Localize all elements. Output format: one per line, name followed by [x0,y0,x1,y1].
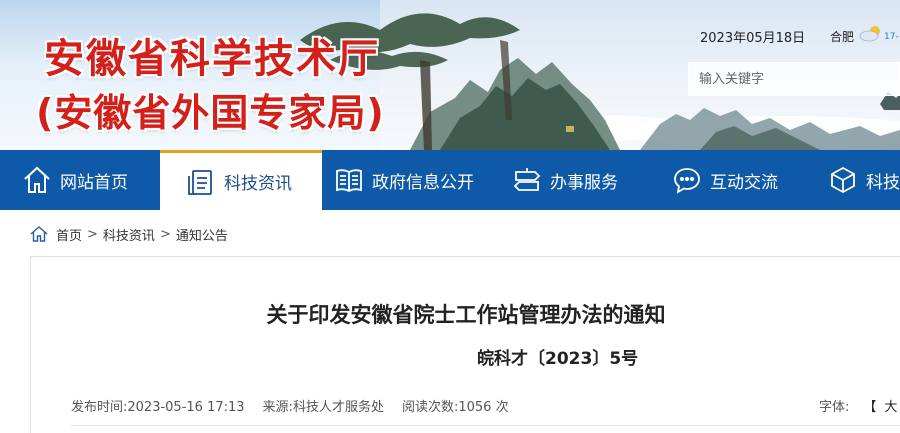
font-size-switcher: 字体:【大 中 [819,396,900,415]
publish-time: 2023-05-16 17:13 [127,400,245,415]
font-size-large[interactable]: 大 [884,400,897,415]
nav-item-tech[interactable]: 科技 [814,150,900,210]
document-icon [184,165,218,199]
source-info: 来源:科技人才服务处 [263,396,384,415]
nav-label: 科技资讯 [224,174,292,194]
chat-icon [670,163,704,197]
article-title-row: 关于印发安徽省院士工作站管理办法的通知 [31,299,900,329]
nav-item-services[interactable]: 办事服务 [492,150,652,210]
nav-item-tech-news[interactable]: 科技资讯 [160,150,322,210]
breadcrumb-separator: > [159,226,171,242]
article-title: 关于印发安徽省院士工作站管理办法的通知 [266,303,666,327]
home-icon [20,163,54,197]
publish-info: 发布时间:2023-05-16 17:13 [71,396,245,415]
site-title: 安徽省科学技术厅 [44,36,380,82]
breadcrumb-home[interactable]: 首页 [56,225,82,244]
cube-icon [826,163,860,197]
book-icon [332,163,366,197]
document-number: 皖科才〔2023〕5号 [477,349,639,369]
nav-label: 政府信息公开 [372,172,474,193]
breadcrumb-separator: > [87,226,98,242]
article-panel: 关于印发安徽省院士工作站管理办法的通知 皖科才〔2023〕5号 发布时间:202… [30,256,900,433]
source-label: 来源: [262,400,293,415]
nav-item-interaction[interactable]: 互动交流 [652,150,814,210]
source-value: 科技人才服务处 [292,400,384,415]
weather-city: 合肥 [830,30,855,44]
views-label: 阅读次数: [401,400,459,415]
search-input[interactable] [689,63,899,95]
home-icon [30,226,48,242]
publish-label: 发布时间: [71,400,128,415]
views-count: 1056 [458,400,492,415]
nav-item-home[interactable]: 网站首页 [0,150,160,210]
current-date: 2023年05月18日 [700,31,806,46]
main-nav: 网站首页 科技资讯 政府信息公开 办事服务 互动交流 科技 [0,150,900,210]
nav-label: 互动交流 [710,172,778,193]
font-size-bracket: 【 [863,400,877,415]
views-info: 阅读次数:1056 次 [402,396,509,415]
divider [71,425,900,426]
nav-label: 办事服务 [550,172,618,193]
search-box[interactable] [688,62,900,96]
breadcrumb: 首页 > 科技资讯 > 通知公告 [30,224,228,244]
article-meta: 发布时间:2023-05-16 17:13 来源:科技人才服务处 阅读次数:10… [71,396,527,415]
weather-temperature: 17- [884,32,899,42]
cloud-sun-icon [858,24,884,46]
header-banner: 安徽省科学技术厅 (安徽省外国专家局) 2023年05月18日 合肥 17- [0,0,900,150]
site-subtitle: (安徽省外国专家局) [36,91,385,135]
breadcrumb-notices[interactable]: 通知公告 [176,225,228,244]
font-size-label: 字体: [819,400,850,415]
signpost-icon [510,163,544,197]
views-unit: 次 [495,400,509,415]
nav-item-gov-info[interactable]: 政府信息公开 [322,150,492,210]
breadcrumb-tech-news[interactable]: 科技资讯 [103,225,155,244]
nav-label: 科技 [866,172,900,193]
nav-label: 网站首页 [60,172,128,193]
